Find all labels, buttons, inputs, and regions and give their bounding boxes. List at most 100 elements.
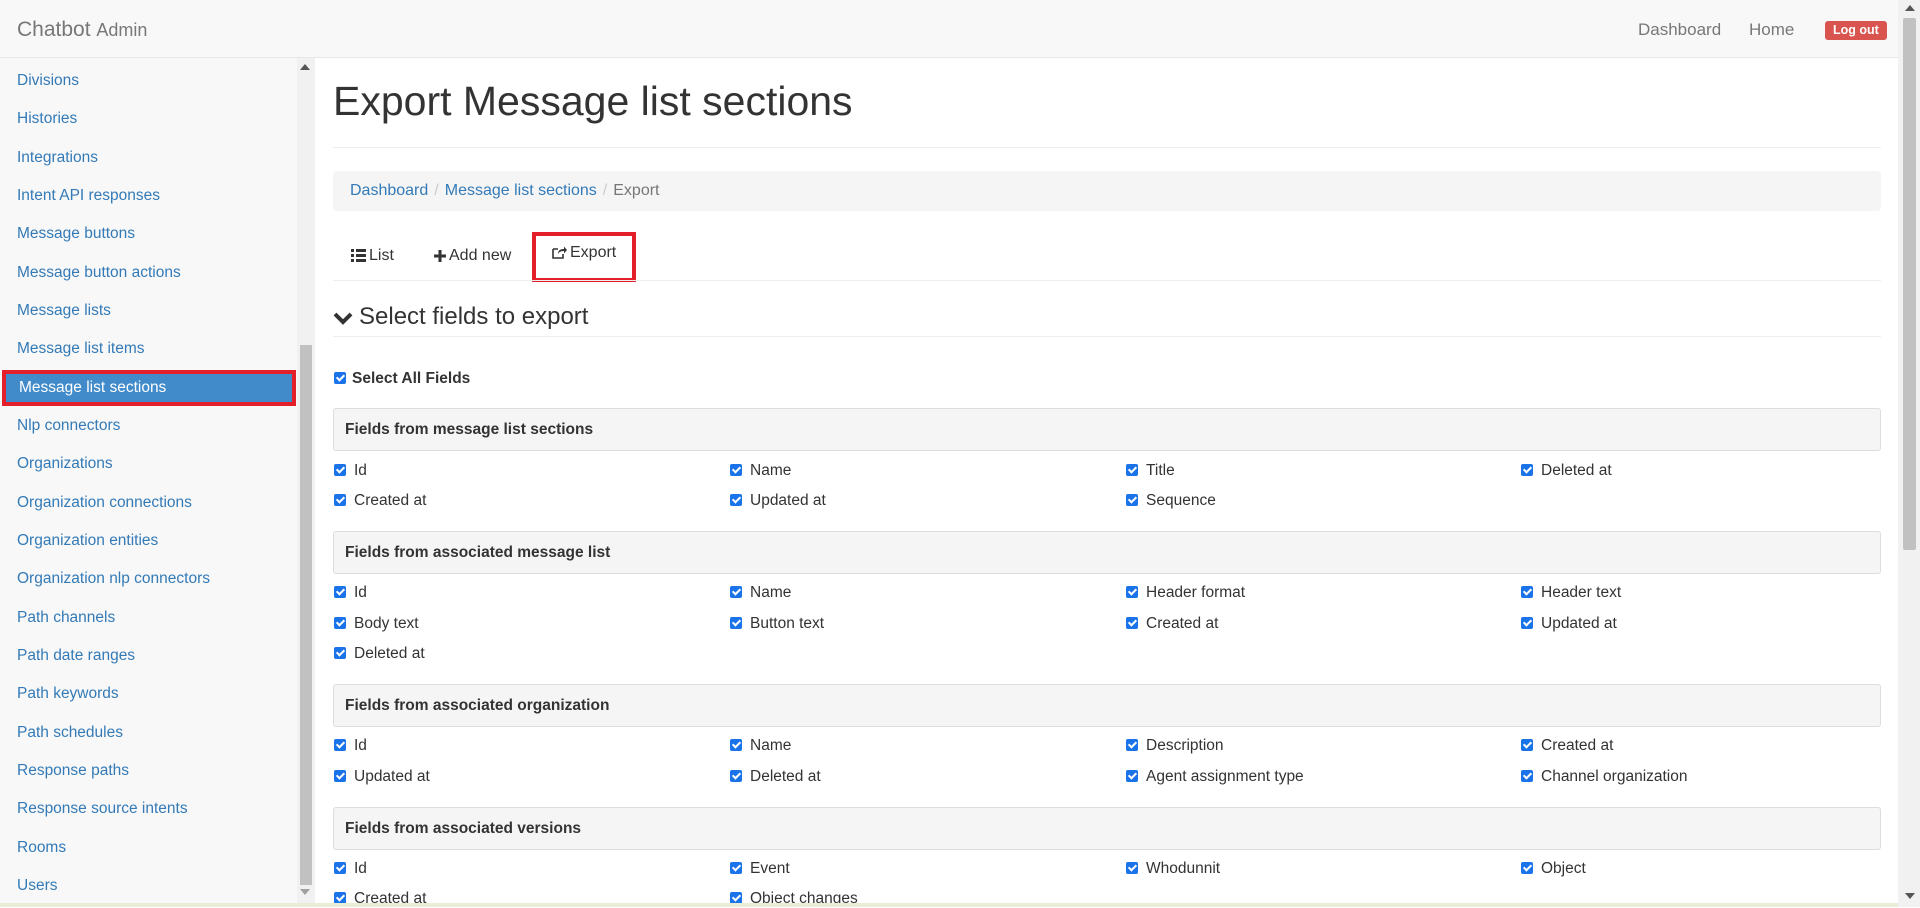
field-checkbox[interactable]: Body text bbox=[334, 615, 419, 633]
sidebar-scroll-down-icon[interactable] bbox=[300, 889, 310, 895]
sidebar-item-path-schedules[interactable]: Path schedules bbox=[0, 715, 297, 751]
sidebar-item-organizations[interactable]: Organizations bbox=[0, 446, 297, 482]
checkbox-checked-icon[interactable] bbox=[730, 770, 742, 782]
checkbox-checked-icon[interactable] bbox=[334, 617, 346, 629]
tab-add-new[interactable]: Add new bbox=[434, 236, 511, 278]
sidebar-item-message-lists[interactable]: Message lists bbox=[0, 293, 297, 329]
sidebar-item-organization-connections[interactable]: Organization connections bbox=[0, 485, 297, 521]
checkbox-checked-icon[interactable] bbox=[730, 464, 742, 476]
checkbox-checked-icon[interactable] bbox=[730, 586, 742, 598]
field-label: Deleted at bbox=[1541, 462, 1612, 479]
checkbox-checked-icon[interactable] bbox=[334, 770, 346, 782]
field-checkbox[interactable]: Deleted at bbox=[334, 645, 425, 663]
sidebar-item-integrations[interactable]: Integrations bbox=[0, 140, 297, 176]
field-checkbox[interactable]: Created at bbox=[334, 492, 426, 510]
nav-home-link[interactable]: Home bbox=[1749, 20, 1794, 40]
field-checkbox[interactable]: Object bbox=[1521, 860, 1586, 878]
field-checkbox[interactable]: Header text bbox=[1521, 584, 1621, 602]
sidebar-item-path-keywords[interactable]: Path keywords bbox=[0, 676, 297, 712]
sidebar-item-rooms[interactable]: Rooms bbox=[0, 830, 297, 866]
field-checkbox[interactable]: Agent assignment type bbox=[1126, 768, 1304, 786]
field-label: Agent assignment type bbox=[1146, 768, 1304, 785]
checkbox-checked-icon[interactable] bbox=[1521, 617, 1533, 629]
field-checkbox[interactable]: Created at bbox=[1521, 737, 1613, 755]
checkbox-checked-icon[interactable] bbox=[1126, 739, 1138, 751]
checkbox-checked-icon[interactable] bbox=[730, 739, 742, 751]
field-checkbox[interactable]: Name bbox=[730, 462, 791, 480]
field-checkbox[interactable]: Name bbox=[730, 737, 791, 755]
field-checkbox[interactable]: Description bbox=[1126, 737, 1224, 755]
checkbox-checked-icon[interactable] bbox=[334, 586, 346, 598]
field-checkbox[interactable]: Id bbox=[334, 737, 367, 755]
field-checkbox[interactable]: Whodunnit bbox=[1126, 860, 1220, 878]
field-checkbox[interactable]: Deleted at bbox=[730, 768, 821, 786]
checkbox-checked-icon[interactable] bbox=[730, 617, 742, 629]
checkbox-checked-icon[interactable] bbox=[1521, 862, 1533, 874]
checkbox-checked-icon[interactable] bbox=[1126, 617, 1138, 629]
sidebar-scrollbar-thumb[interactable] bbox=[300, 345, 312, 885]
page-scroll-down-icon[interactable] bbox=[1905, 893, 1915, 899]
sidebar-item-histories[interactable]: Histories bbox=[0, 101, 297, 137]
checkbox-checked-icon[interactable] bbox=[334, 862, 346, 874]
checkbox-checked-icon[interactable] bbox=[730, 494, 742, 506]
checkbox-checked-icon[interactable] bbox=[1126, 494, 1138, 506]
field-checkbox[interactable]: Id bbox=[334, 584, 367, 602]
sidebar-item-message-list-items[interactable]: Message list items bbox=[0, 331, 297, 367]
field-checkbox[interactable]: Id bbox=[334, 860, 367, 878]
sidebar-item-message-buttons[interactable]: Message buttons bbox=[0, 216, 297, 252]
checkbox-checked-icon[interactable] bbox=[1126, 464, 1138, 476]
field-checkbox[interactable]: Created at bbox=[1126, 615, 1218, 633]
logout-button[interactable]: Log out bbox=[1825, 21, 1887, 40]
field-checkbox[interactable]: Channel organization bbox=[1521, 768, 1688, 786]
checkbox-checked-icon[interactable] bbox=[1126, 770, 1138, 782]
breadcrumb-section-link[interactable]: Message list sections bbox=[445, 182, 597, 199]
checkbox-checked-icon[interactable] bbox=[334, 647, 346, 659]
checkbox-checked-icon[interactable] bbox=[1521, 770, 1533, 782]
sidebar-item-organization-nlp-connectors[interactable]: Organization nlp connectors bbox=[0, 561, 297, 597]
sidebar-item-response-paths[interactable]: Response paths bbox=[0, 753, 297, 789]
tab-list[interactable]: List bbox=[351, 236, 394, 278]
page-scroll-up-icon[interactable] bbox=[1905, 5, 1915, 11]
breadcrumb-dashboard-link[interactable]: Dashboard bbox=[350, 182, 428, 199]
field-checkbox[interactable]: Updated at bbox=[730, 492, 826, 510]
select-all-fields-checkbox[interactable]: Select All Fields bbox=[334, 370, 470, 388]
field-checkbox[interactable]: Header format bbox=[1126, 584, 1245, 602]
checkbox-checked-icon[interactable] bbox=[730, 862, 742, 874]
select-fields-toggle[interactable]: Select fields to export bbox=[333, 303, 588, 331]
sidebar-item-message-button-actions[interactable]: Message button actions bbox=[0, 255, 297, 291]
sidebar-item-users[interactable]: Users bbox=[0, 868, 297, 904]
field-label: Updated at bbox=[1541, 615, 1617, 632]
checkbox-checked-icon[interactable] bbox=[334, 464, 346, 476]
field-checkbox[interactable]: Name bbox=[730, 584, 791, 602]
field-checkbox[interactable]: Title bbox=[1126, 462, 1175, 480]
field-checkbox[interactable]: Updated at bbox=[1521, 615, 1617, 633]
brand[interactable]: Chatbot Admin bbox=[17, 18, 147, 42]
checkbox-checked-icon[interactable] bbox=[1126, 862, 1138, 874]
field-checkbox[interactable]: Event bbox=[730, 860, 790, 878]
field-checkbox[interactable]: Updated at bbox=[334, 768, 430, 786]
checkbox-checked-icon[interactable] bbox=[334, 372, 346, 384]
tab-export[interactable]: Export bbox=[532, 232, 637, 282]
field-checkbox[interactable]: Deleted at bbox=[1521, 462, 1612, 480]
checkbox-checked-icon[interactable] bbox=[334, 739, 346, 751]
field-checkbox[interactable]: Button text bbox=[730, 615, 824, 633]
checkbox-checked-icon[interactable] bbox=[1521, 464, 1533, 476]
sidebar-item-nlp-connectors[interactable]: Nlp connectors bbox=[0, 408, 297, 444]
sidebar-item-divisions[interactable]: Divisions bbox=[0, 63, 297, 99]
sidebar-item-intent-api-responses[interactable]: Intent API responses bbox=[0, 178, 297, 214]
field-checkbox[interactable]: Id bbox=[334, 462, 367, 480]
checkbox-checked-icon[interactable] bbox=[1126, 586, 1138, 598]
sidebar-item-message-list-sections[interactable]: Message list sections bbox=[2, 370, 296, 406]
sidebar-scroll-up-icon[interactable] bbox=[300, 64, 310, 70]
checkbox-checked-icon[interactable] bbox=[334, 494, 346, 506]
sidebar: Divisions Histories Integrations Intent … bbox=[0, 58, 297, 907]
checkbox-checked-icon[interactable] bbox=[1521, 739, 1533, 751]
field-checkbox[interactable]: Sequence bbox=[1126, 492, 1216, 510]
sidebar-item-response-source-intents[interactable]: Response source intents bbox=[0, 791, 297, 827]
checkbox-checked-icon[interactable] bbox=[1521, 586, 1533, 598]
sidebar-item-path-channels[interactable]: Path channels bbox=[0, 600, 297, 636]
page-scrollbar-thumb[interactable] bbox=[1903, 18, 1916, 550]
nav-dashboard-link[interactable]: Dashboard bbox=[1638, 20, 1721, 40]
sidebar-item-path-date-ranges[interactable]: Path date ranges bbox=[0, 638, 297, 674]
sidebar-item-organization-entities[interactable]: Organization entities bbox=[0, 523, 297, 559]
